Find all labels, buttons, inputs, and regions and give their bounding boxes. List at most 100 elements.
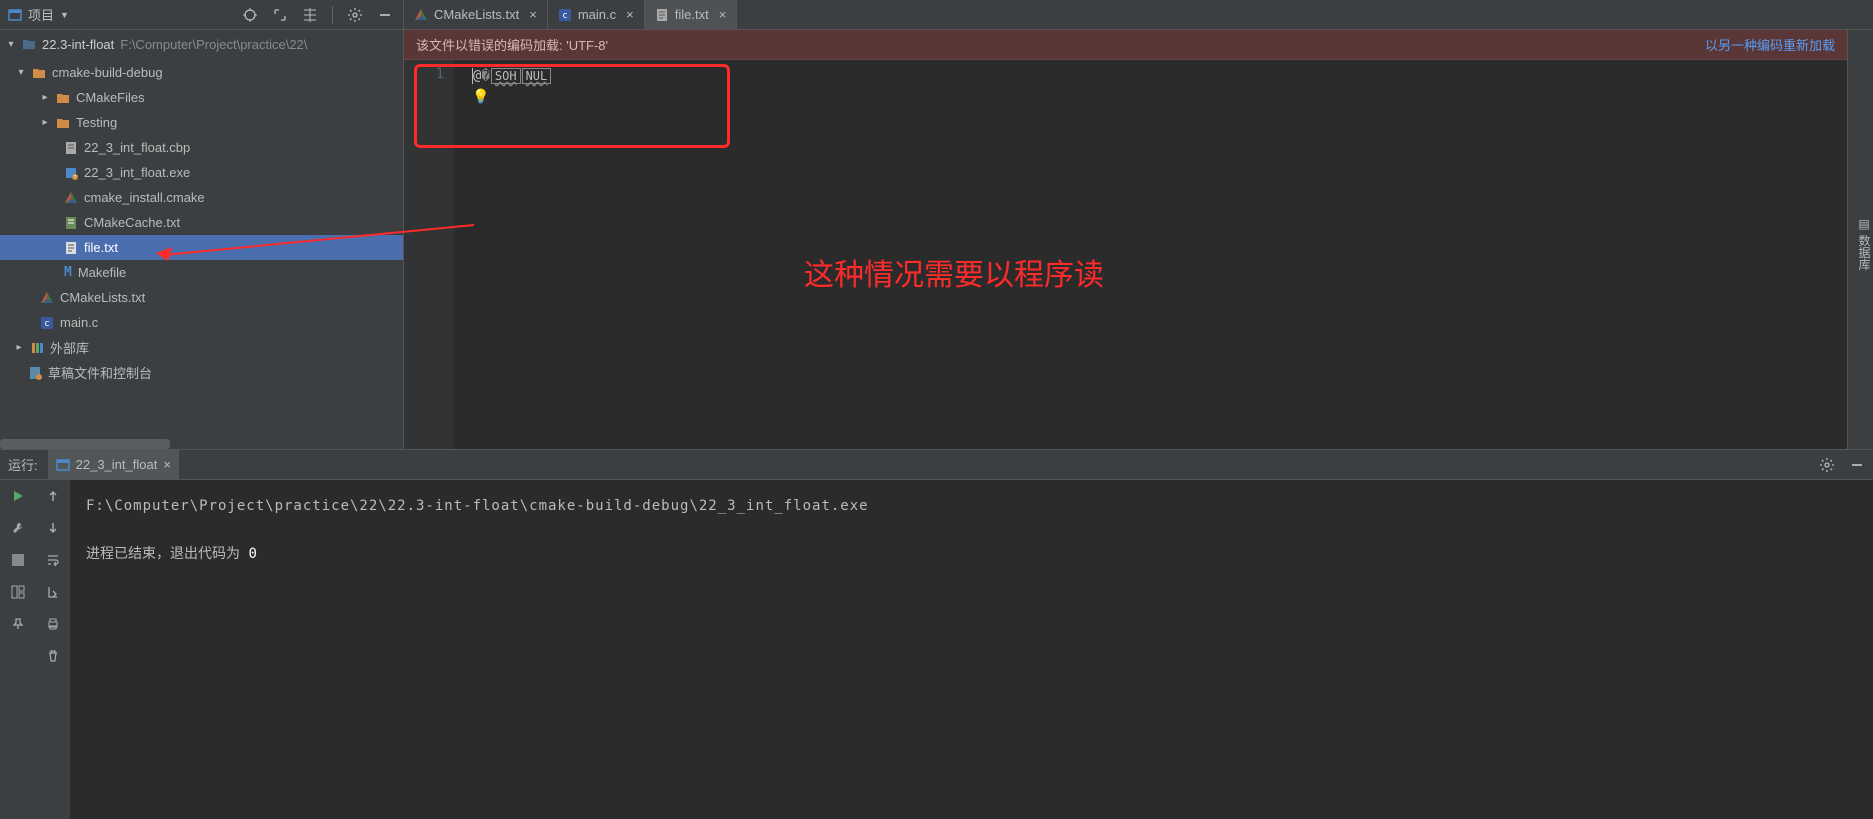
gear-icon[interactable] <box>347 7 363 23</box>
horizontal-scrollbar[interactable] <box>0 439 403 449</box>
tree-label: 外部库 <box>50 338 89 357</box>
run-tab[interactable]: 22_3_int_float × <box>48 450 179 479</box>
tab-label: main.c <box>578 7 616 22</box>
run-console[interactable]: F:\Computer\Project\practice\22\22.3-int… <box>70 480 1873 819</box>
minimize-icon[interactable] <box>377 7 393 23</box>
exit-text: 进程已结束，退出代码为 <box>86 546 248 562</box>
console-path: F:\Computer\Project\practice\22\22.3-int… <box>86 492 1857 520</box>
close-icon[interactable]: × <box>525 7 537 22</box>
stop-icon[interactable] <box>10 552 26 568</box>
database-icon: ▤ <box>1857 217 1871 231</box>
tree-scratches[interactable]: 草稿文件和控制台 <box>0 360 403 385</box>
cmake-icon <box>64 191 78 205</box>
line-number: 1 <box>404 66 444 82</box>
text-file-icon <box>64 241 78 255</box>
tree-label: Makefile <box>78 265 126 280</box>
run-panel: 运行: 22_3_int_float × F:\Computer\ <box>0 449 1873 819</box>
expand-icon[interactable] <box>272 7 288 23</box>
tab-main-c[interactable]: c main.c × <box>548 0 645 29</box>
wrap-icon[interactable] <box>45 552 61 568</box>
project-tree: ▾ cmake-build-debug ▸ CMakeFiles ▸ Testi… <box>0 58 403 439</box>
collapse-icon[interactable] <box>302 7 318 23</box>
project-label: 项目 <box>28 5 54 24</box>
wrench-icon[interactable] <box>10 520 26 536</box>
library-icon <box>30 341 44 355</box>
print-icon[interactable] <box>45 616 61 632</box>
minimize-icon[interactable] <box>1849 457 1865 473</box>
lightbulb-icon[interactable]: 💡 <box>472 89 489 105</box>
divider <box>332 6 333 24</box>
code-content[interactable]: @ � SOHNUL 💡 <box>454 60 1853 449</box>
arrow-down-icon[interactable] <box>45 520 61 536</box>
gear-icon[interactable] <box>1819 457 1835 473</box>
text-file-icon <box>655 8 669 22</box>
cmake-icon <box>40 291 54 305</box>
notification-message: 该文件以错误的编码加载: 'UTF-8' <box>416 35 608 54</box>
right-tool-strip[interactable]: ▤ 数据库 <box>1847 30 1873 449</box>
tab-label: file.txt <box>675 7 709 22</box>
app-icon <box>56 458 70 472</box>
exit-code: 0 <box>248 546 256 562</box>
text-file-icon <box>64 141 78 155</box>
scroll-to-end-icon[interactable] <box>45 584 61 600</box>
arrow-up-icon[interactable] <box>45 488 61 504</box>
tree-label: main.c <box>60 315 98 330</box>
play-icon[interactable] <box>10 488 26 504</box>
folder-icon <box>56 92 70 104</box>
c-file-icon: c <box>40 316 54 330</box>
close-icon[interactable]: × <box>163 457 171 472</box>
close-icon[interactable]: × <box>715 7 727 22</box>
tree-file-txt[interactable]: file.txt <box>0 235 403 260</box>
breadcrumb: ▾ 22.3-int-float F:\Computer\Project\pra… <box>0 30 403 58</box>
tree-file-exe[interactable]: ? 22_3_int_float.exe <box>0 160 403 185</box>
tab-cmakelists[interactable]: CMakeLists.txt × <box>404 0 548 29</box>
tree-label: cmake-build-debug <box>52 65 163 80</box>
tree-label: 22_3_int_float.exe <box>84 165 190 180</box>
scratch-icon <box>28 366 42 380</box>
run-tab-label: 22_3_int_float <box>76 457 158 472</box>
folder-icon <box>22 38 36 50</box>
close-icon[interactable]: × <box>622 7 634 22</box>
svg-text:c: c <box>562 11 567 21</box>
project-sidebar: ▾ 22.3-int-float F:\Computer\Project\pra… <box>0 30 404 449</box>
pin-icon[interactable] <box>10 616 26 632</box>
tree-folder-cmake-build-debug[interactable]: ▾ cmake-build-debug <box>0 60 403 85</box>
chevron-down-icon: ▾ <box>16 67 26 78</box>
target-icon[interactable] <box>242 7 258 23</box>
trash-icon[interactable] <box>45 648 61 664</box>
root-name: 22.3-int-float <box>42 37 114 52</box>
right-strip-label: 数据库 <box>1857 234 1871 270</box>
tree-file-cbp[interactable]: 22_3_int_float.cbp <box>0 135 403 160</box>
tree-file-makefile[interactable]: M Makefile <box>0 260 403 285</box>
tree-file-cmakelists[interactable]: CMakeLists.txt <box>0 285 403 310</box>
tree-file-main-c[interactable]: c main.c <box>0 310 403 335</box>
reload-encoding-link[interactable]: 以另一种编码重新加载 <box>1705 35 1835 54</box>
tree-file-cmakecache[interactable]: CMakeCache.txt <box>0 210 403 235</box>
c-file-icon: c <box>558 8 572 22</box>
chevron-down-icon[interactable]: ▾ <box>6 39 16 50</box>
root-path: F:\Computer\Project\practice\22\ <box>120 37 307 52</box>
window-icon <box>8 8 22 22</box>
chevron-right-icon: ▸ <box>40 117 50 128</box>
exe-icon: ? <box>64 166 78 180</box>
tree-folder-cmakefiles[interactable]: ▸ CMakeFiles <box>0 85 403 110</box>
line-gutter: 1 <box>404 60 454 449</box>
cmake-icon <box>414 8 428 22</box>
run-label: 运行: <box>8 455 38 474</box>
scrollbar-thumb[interactable] <box>0 439 170 449</box>
tab-file-txt[interactable]: file.txt × <box>645 0 738 29</box>
tree-external-libs[interactable]: ▸ 外部库 <box>0 335 403 360</box>
run-controls-column-2 <box>35 480 70 819</box>
soh-char: SOH <box>491 68 521 84</box>
svg-text:?: ? <box>74 175 77 180</box>
content-char: @ <box>473 68 481 84</box>
layout-icon[interactable] <box>10 584 26 600</box>
tree-folder-testing[interactable]: ▸ Testing <box>0 110 403 135</box>
tree-file-cmake-install[interactable]: cmake_install.cmake <box>0 185 403 210</box>
tree-label: CMakeLists.txt <box>60 290 145 305</box>
project-dropdown[interactable]: 项目 ▼ <box>0 0 77 29</box>
chevron-down-icon: ▼ <box>60 10 69 20</box>
encoding-notification: 该文件以错误的编码加载: 'UTF-8' 以另一种编码重新加载 <box>404 30 1873 60</box>
tree-label: file.txt <box>84 240 118 255</box>
console-exit-line: 进程已结束，退出代码为 0 <box>86 540 1857 568</box>
